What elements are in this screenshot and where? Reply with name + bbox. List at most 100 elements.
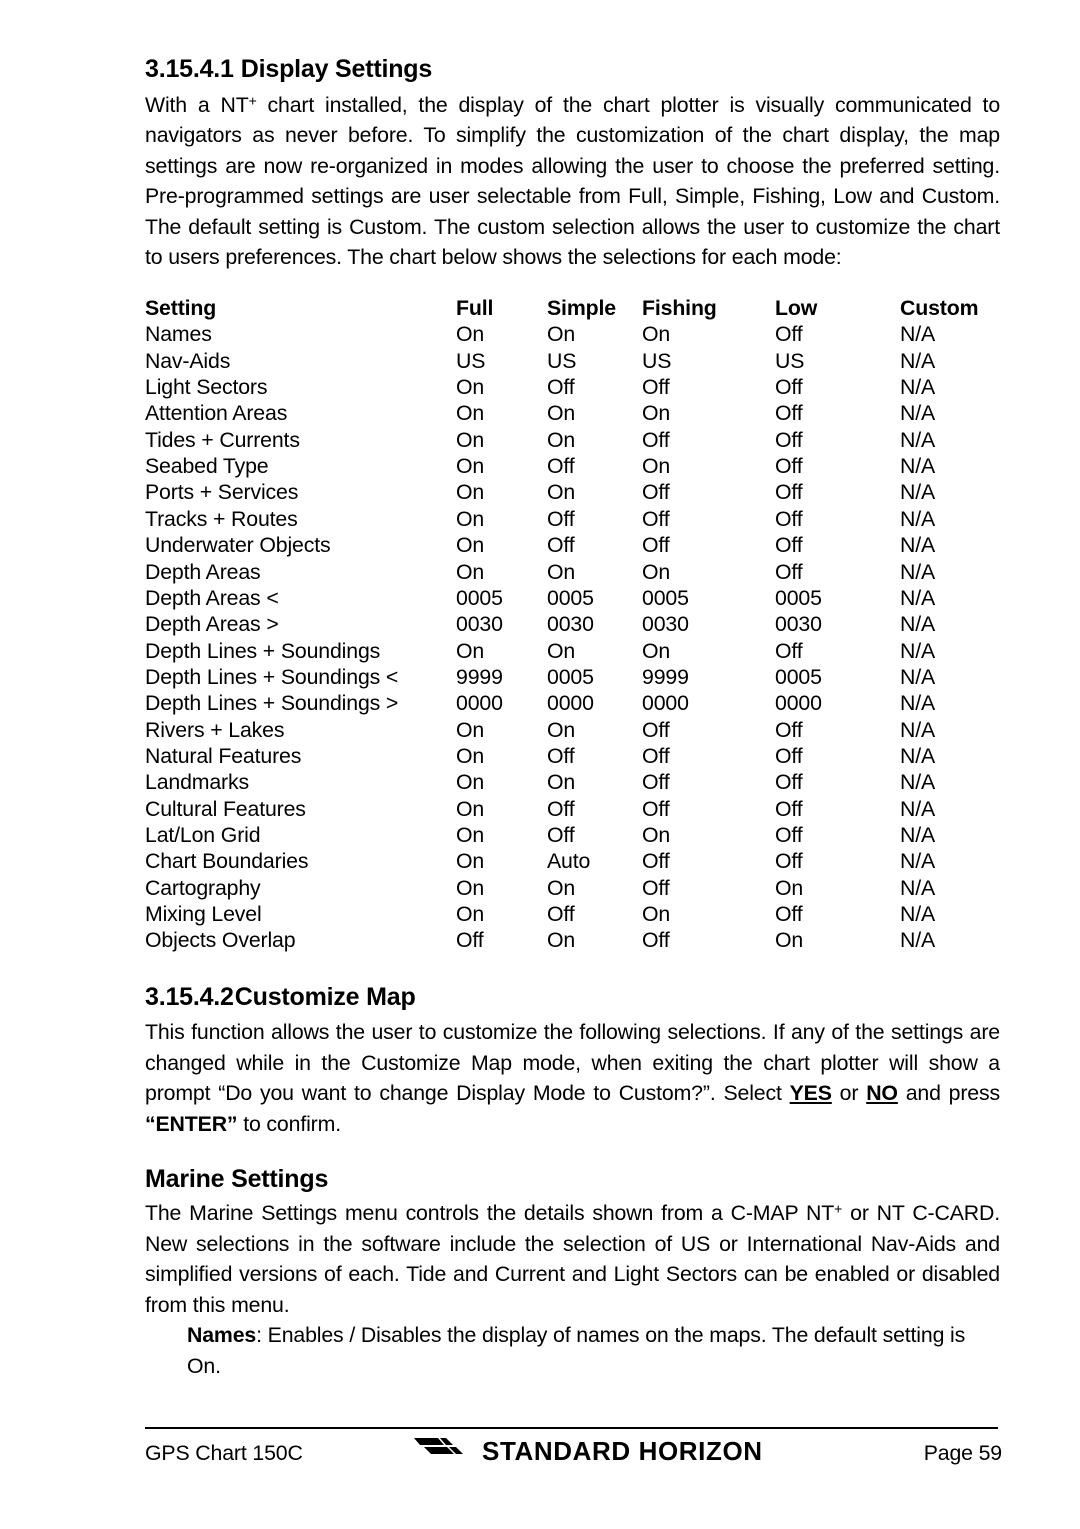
table-row: Attention Areas On On On Off N/A [145,400,1000,426]
cell-custom: N/A [900,348,936,373]
cell-low: 0000 [775,691,822,716]
cell-full: On [456,770,485,795]
cell-setting: Chart Boundaries [145,849,309,874]
cell-low: On [775,928,804,953]
cell-fishing: On [642,559,671,584]
cell-full: On [456,875,485,900]
cell-full: On [456,375,485,400]
column-header-custom: Custom [900,296,979,321]
paragraph-text-part2: chart installed, the display of the char… [145,92,1001,270]
cell-full: US [456,348,486,373]
cell-custom: N/A [900,664,936,689]
paragraph-customize-map: This function allows the user to customi… [145,1017,1000,1139]
cell-full: On [456,480,485,505]
cell-fishing: Off [642,533,670,558]
table-row: Tracks + Routes On Off Off Off N/A [145,506,1000,532]
display-settings-table: Setting Full Simple Fishing Low Custom N… [145,295,1000,954]
cell-fishing: Off [642,875,670,900]
cell-setting: Depth Lines + Soundings [145,638,381,663]
cell-setting: Depth Areas > [145,612,279,637]
table-header: Setting Full Simple Fishing Low Custom [145,295,1000,321]
table-row: Cartography On On Off On N/A [145,875,1000,901]
cell-setting: Landmarks [145,770,250,795]
heading-number: 3.15.4.1 [145,55,234,83]
cell-setting: Names [145,322,212,347]
cell-low: 0005 [775,585,822,610]
cell-simple: Off [547,796,575,821]
cell-fishing: Off [642,743,670,768]
table-row: Underwater Objects On Off Off Off N/A [145,532,1000,558]
cell-full: On [456,506,485,531]
cell-simple: Off [547,506,575,531]
heading-title: Customize Map [234,982,416,1011]
cell-fishing: Off [642,506,670,531]
cell-fishing: Off [642,796,670,821]
cell-setting: Rivers + Lakes [145,717,285,742]
table-header-row: Setting Full Simple Fishing Low Custom [145,295,1000,321]
cell-fishing: Off [642,427,670,452]
cell-simple: 0030 [547,612,594,637]
names-description: : Enables / Disables the display of name… [187,1323,966,1378]
cell-simple: Auto [547,849,591,874]
cell-setting: Tides + Currents [145,427,300,452]
cell-full: On [456,717,485,742]
brand-wordmark: STANDARD HORIZON [482,1436,763,1466]
cell-simple: 0005 [547,585,594,610]
cell-low: Off [775,480,803,505]
table-row: Chart Boundaries On Auto Off Off N/A [145,848,1000,874]
cell-low: US [775,348,805,373]
table-row: Names On On On Off N/A [145,321,1000,347]
cell-full: 9999 [456,664,503,689]
cell-fishing: On [642,322,671,347]
cell-setting: Depth Lines + Soundings < [145,664,399,689]
paragraph-text-part1: With a NT [145,92,249,117]
cell-fishing: Off [642,849,670,874]
cell-full: On [456,454,485,479]
table-row: Depth Areas < 0005 0005 0005 0005 N/A [145,585,1000,611]
column-header-setting: Setting [145,296,217,321]
cell-setting: Light Sectors [145,375,268,400]
cell-custom: N/A [900,928,936,953]
cell-low: Off [775,849,803,874]
cell-fishing: 9999 [642,664,689,689]
cell-setting: Nav-Aids [145,348,231,373]
paragraph-display-settings: With a NT+ chart installed, the display … [145,90,1000,274]
cell-simple: On [547,322,576,347]
enter-emphasis: “ENTER” [145,1111,238,1136]
document-page: 3.15.4.1 Display Settings With a NT+ char… [0,0,1080,1529]
cell-low: Off [775,559,803,584]
cell-fishing: On [642,901,671,926]
cell-simple: Off [547,743,575,768]
cell-low: Off [775,427,803,452]
footer-product-name: GPS Chart 150C [145,1441,303,1465]
table-row: Depth Areas On On On Off N/A [145,559,1000,585]
cell-low: Off [775,322,803,347]
cell-simple: Off [547,822,575,847]
cell-custom: N/A [900,796,936,821]
cell-setting: Depth Areas [145,559,261,584]
cell-full: On [456,427,485,452]
cell-simple: Off [547,901,575,926]
cell-custom: N/A [900,322,936,347]
cell-low: 0005 [775,664,822,689]
cell-low: Off [775,401,803,426]
cell-simple: Off [547,375,575,400]
heading-marine-settings: Marine Settings [145,1164,329,1193]
cell-fishing: 0000 [642,691,689,716]
cell-custom: N/A [900,770,936,795]
cell-full: Off [456,928,484,953]
table-row: Seabed Type On Off On Off N/A [145,453,1000,479]
cell-simple: On [547,559,576,584]
cell-low: Off [775,533,803,558]
cell-low: Off [775,770,803,795]
cell-custom: N/A [900,849,936,874]
cell-low: 0030 [775,612,822,637]
cell-custom: N/A [900,427,936,452]
cell-fishing: Off [642,480,670,505]
table-row: Light Sectors On Off Off Off N/A [145,374,1000,400]
cell-simple: On [547,401,576,426]
superscript-plus-icon: + [834,1200,843,1217]
paragraph-marine-settings: The Marine Settings menu controls the de… [145,1198,1000,1320]
